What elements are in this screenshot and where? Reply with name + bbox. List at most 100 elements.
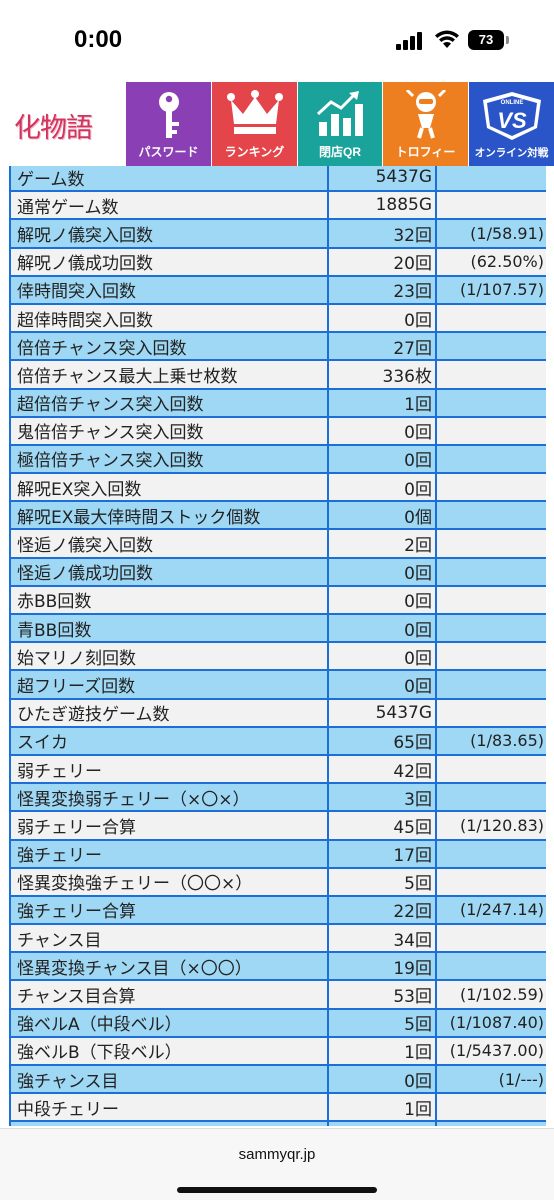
stat-value: 0回 [329, 558, 435, 585]
tab-online-battle[interactable]: ONLINE VS オンライン対戦 [469, 82, 554, 166]
table-row: 強チェリー 17回 [9, 840, 546, 868]
stat-name: 強ベルB（下段ベル） [11, 1037, 327, 1064]
stat-name: 強チャンス目 [11, 1066, 327, 1093]
table-row: 怪異変換強チェリー（〇〇×） 5回 [9, 868, 546, 896]
stat-ratio: (1/247.14) [437, 896, 546, 924]
stat-ratio [437, 166, 546, 191]
stat-ratio [437, 361, 546, 388]
bakemonogatari-logo[interactable]: 化物語 [0, 82, 125, 166]
home-indicator[interactable] [177, 1187, 377, 1193]
stat-name: 怪異変換チャンス目（×〇〇） [11, 953, 327, 980]
stat-value: 0個 [329, 502, 435, 529]
browser-address-bar[interactable]: sammyqr.jp [0, 1128, 554, 1200]
table-row: 超フリーズ回数 0回 [9, 670, 546, 698]
stat-name: 弱チェリー合算 [11, 812, 327, 839]
stat-name: スイカ [11, 727, 327, 754]
stat-name: ひたぎ遊技ゲーム数 [11, 699, 327, 726]
stat-name: 解呪ノ儀突入回数 [11, 220, 327, 247]
stat-value: 2回 [329, 530, 435, 557]
stat-ratio [437, 1094, 546, 1121]
table-row: ひたぎ遊技ゲーム数 5437G [9, 699, 546, 727]
stat-ratio [437, 530, 546, 557]
stat-ratio [437, 333, 546, 360]
table-row: 怪逅ノ儀成功回数 0回 [9, 558, 546, 586]
stat-name: 極倍倍チャンス突入回数 [11, 445, 327, 473]
table-row: 鬼倍倍チャンス突入回数 0回 [9, 417, 546, 445]
stat-name: 超倍倍チャンス突入回数 [11, 389, 327, 416]
stat-value: 0回 [329, 474, 435, 501]
stat-ratio: (1/1087.40) [437, 1009, 546, 1036]
stats-table[interactable]: ゲーム数 5437G 通常ゲーム数 1885G 解呪ノ儀突入回数 32回 (1/58.91)… [9, 166, 546, 1126]
crown-icon [226, 90, 283, 134]
stat-name: 強チェリー合算 [11, 896, 327, 924]
tab-password-label: パスワード [138, 145, 199, 159]
chart-icon [316, 91, 363, 136]
stat-value: 22回 [329, 896, 435, 924]
table-row: 強ベルB（下段ベル） 1回 (1/5437.00) [9, 1037, 546, 1065]
top-navigation: 化物語 パスワード ランキング 閉店QR トロフィー ONLINE VS オンラ… [0, 82, 554, 166]
battery-tip [506, 36, 509, 44]
battery-icon: 73 [468, 30, 504, 50]
status-bar: 0:00 73 [0, 0, 554, 82]
stat-value: 5437G [329, 699, 435, 726]
tab-closing-qr[interactable]: 閉店QR [298, 82, 382, 166]
stat-ratio [437, 586, 546, 613]
stat-ratio [437, 558, 546, 585]
logo-text: 化物語 [14, 113, 93, 144]
stat-value: 34回 [329, 925, 435, 952]
table-row: 超倍倍チャンス突入回数 1回 [9, 389, 546, 417]
tab-trophy[interactable]: トロフィー [383, 82, 468, 166]
stat-ratio [437, 925, 546, 952]
stat-ratio [437, 953, 546, 980]
table-row: 赤BB回数 0回 [9, 586, 546, 614]
stat-name: 強チェリー [11, 840, 327, 867]
stat-ratio [437, 417, 546, 444]
tab-online-battle-label: オンライン対戦 [474, 147, 549, 159]
stat-value: 0回 [329, 671, 435, 698]
stat-name: 倍倍チャンス突入回数 [11, 333, 327, 360]
table-row: 強チャンス目 0回 (1/---) [9, 1065, 546, 1093]
stat-value: 42回 [329, 755, 435, 783]
status-time: 0:00 [74, 26, 123, 53]
stat-ratio: (62.50%) [437, 248, 546, 275]
stat-name: 強ベルA（中段ベル） [11, 1009, 327, 1036]
table-row: 始マリノ刻回数 0回 [9, 642, 546, 670]
stat-value: 1885G [329, 192, 435, 219]
stat-name: 赤BB回数 [11, 586, 327, 613]
table-row: 弱チェリー合算 45回 (1/120.83) [9, 811, 546, 839]
stat-value: 20回 [329, 248, 435, 275]
stat-value: 32回 [329, 220, 435, 247]
stat-value: 0回 [329, 417, 435, 444]
stat-value [329, 1122, 435, 1126]
stat-ratio: (1/83.65) [437, 727, 546, 754]
stat-name: 超フリーズ回数 [11, 671, 327, 698]
stat-ratio [437, 445, 546, 473]
stat-name [11, 1122, 327, 1126]
stat-value: 0回 [329, 586, 435, 613]
stat-ratio [437, 643, 546, 670]
stat-ratio [437, 671, 546, 698]
stat-value: 5回 [329, 868, 435, 895]
table-row: 青BB回数 0回 [9, 614, 546, 642]
tab-closing-qr-label: 閉店QR [318, 145, 361, 159]
stat-name: 青BB回数 [11, 615, 327, 642]
stat-ratio: (1/107.57) [437, 276, 546, 303]
stat-name: チャンス目合算 [11, 981, 327, 1008]
url-text[interactable]: sammyqr.jp [0, 1146, 554, 1163]
tab-ranking[interactable]: ランキング [212, 82, 297, 166]
table-row: チャンス目合算 53回 (1/102.59) [9, 980, 546, 1008]
stat-value: 0回 [329, 1066, 435, 1093]
stat-value: 53回 [329, 981, 435, 1008]
stat-ratio: (1/120.83) [437, 812, 546, 839]
stat-ratio: (1/102.59) [437, 981, 546, 1008]
versus-badge-top: ONLINE [500, 100, 523, 106]
table-row: 極倍倍チャンス突入回数 0回 [9, 445, 546, 473]
table-row: 解呪EX突入回数 0回 [9, 473, 546, 501]
stat-value: 1回 [329, 1094, 435, 1121]
tab-password[interactable]: パスワード [126, 82, 211, 166]
table-row: 解呪EX最大倖時間ストック個数 0個 [9, 501, 546, 529]
stat-value: 45回 [329, 812, 435, 839]
stat-value: 0回 [329, 615, 435, 642]
stat-value: 0回 [329, 445, 435, 473]
versus-icon: ONLINE VS [482, 92, 541, 140]
